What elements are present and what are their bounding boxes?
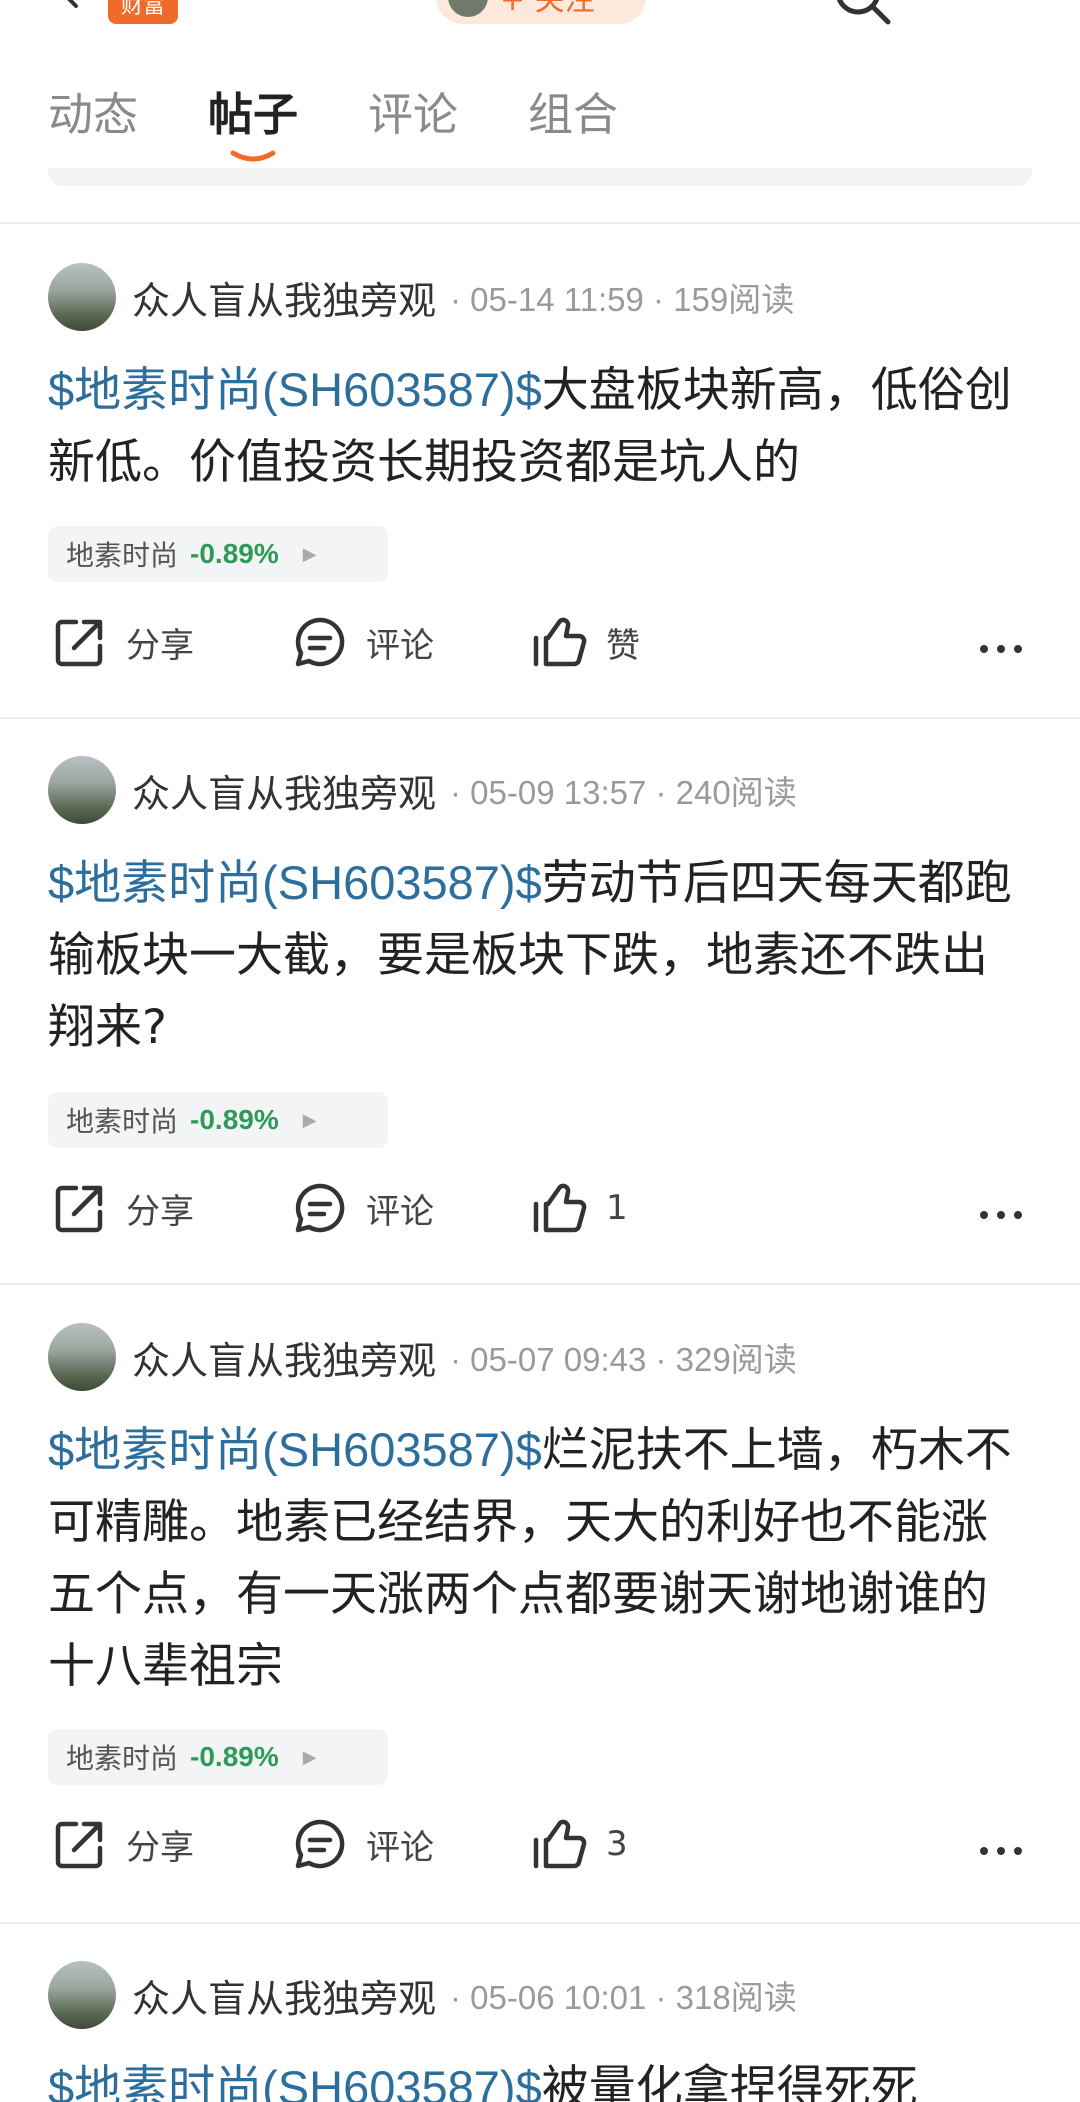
post-meta: · 05-07 09:43 · 329阅读 [450, 1341, 797, 1378]
chip-stock-name: 地素时尚 [66, 539, 179, 572]
search-icon[interactable] [832, 0, 892, 26]
post-meta: · 05-06 10:01 · 318阅读 [450, 1979, 797, 2016]
tab-posts[interactable]: 帖子 [208, 85, 298, 165]
tab-comments[interactable]: 评论 [368, 85, 458, 165]
top-bar: 财富 + 关注 [0, 0, 1080, 40]
more-icon[interactable] [976, 1190, 1026, 1240]
post-text: 被量化拿捏得死死 [541, 2061, 918, 2102]
author-name[interactable]: 众人盲从我独旁观 [132, 1968, 436, 2023]
post-content[interactable]: $地素时尚(SH603587)$劳动节后四天每天都跑输板块一大截，要是板块下跌，… [48, 847, 1032, 1064]
post-header: 众人盲从我独旁观 · 05-07 09:43 · 329阅读 [48, 1322, 797, 1392]
chip-arrow-icon: ▶ [302, 1746, 317, 1768]
like-button[interactable]: 3 [532, 1816, 628, 1872]
author-name[interactable]: 众人盲从我独旁观 [132, 270, 436, 325]
post-content[interactable]: $地素时尚(SH603587)$烂泥扶不上墙，朽木不可精雕。地素已经结界，天大的… [48, 1414, 1032, 1703]
chip-change: -0.89% [190, 1741, 279, 1772]
profile-tabs: 动态 帖子 评论 组合 [48, 85, 688, 165]
post-actions: 分享 评论 1 [0, 1180, 1080, 1250]
post-separator [0, 1922, 1080, 1924]
share-button[interactable]: 分享 [52, 1816, 194, 1872]
thumbs-up-icon [533, 1183, 587, 1233]
tab-portfolio[interactable]: 组合 [528, 85, 618, 165]
chip-arrow-icon: ▶ [302, 1109, 317, 1131]
like-button[interactable]: 赞 [532, 614, 640, 670]
thumbs-up-icon [533, 617, 587, 667]
post-separator [0, 717, 1080, 719]
stock-link[interactable]: $地素时尚(SH603587)$ [48, 856, 542, 909]
post-actions: 分享 评论 3 [0, 1816, 1080, 1886]
more-icon[interactable] [976, 624, 1026, 674]
thumbs-up-icon [533, 1819, 587, 1869]
share-icon [55, 1821, 103, 1869]
comment-icon [295, 1183, 345, 1233]
post-header: 众人盲从我独旁观 · 05-14 11:59 · 159阅读 [48, 262, 794, 332]
stock-chip[interactable]: 地素时尚 -0.89% ▶ [48, 1729, 388, 1785]
tabs-panel-edge [48, 168, 1032, 186]
stock-chip[interactable]: 地素时尚 -0.89% ▶ [48, 1092, 388, 1148]
share-icon [55, 619, 103, 667]
brand-badge: 财富 [108, 0, 178, 24]
author-name[interactable]: 众人盲从我独旁观 [132, 1330, 436, 1385]
share-button[interactable]: 分享 [52, 1180, 194, 1236]
author-name[interactable]: 众人盲从我独旁观 [132, 763, 436, 818]
like-button[interactable]: 1 [532, 1180, 628, 1236]
share-icon [55, 1185, 103, 1233]
follow-label: + 关注 [500, 0, 595, 18]
comment-icon [295, 617, 345, 667]
avatar[interactable] [48, 1961, 116, 2029]
post-content[interactable]: $地素时尚(SH603587)$大盘板块新高，低俗创新低。价值投资长期投资都是坑… [48, 354, 1032, 499]
chip-stock-name: 地素时尚 [66, 1105, 179, 1138]
chip-stock-name: 地素时尚 [66, 1742, 179, 1775]
like-count: 1 [606, 1188, 628, 1228]
share-button[interactable]: 分享 [52, 614, 194, 670]
back-icon[interactable] [48, 0, 88, 10]
comment-button[interactable]: 评论 [292, 614, 434, 670]
follow-avatar [448, 0, 488, 17]
more-icon[interactable] [976, 1826, 1026, 1876]
active-tab-indicator [230, 150, 276, 162]
comment-button[interactable]: 评论 [292, 1816, 434, 1872]
stock-link[interactable]: $地素时尚(SH603587)$ [48, 363, 542, 416]
post-separator [0, 1283, 1080, 1285]
avatar[interactable] [48, 756, 116, 824]
post-header: 众人盲从我独旁观 · 05-06 10:01 · 318阅读 [48, 1960, 797, 2030]
stock-chip[interactable]: 地素时尚 -0.89% ▶ [48, 526, 388, 582]
post-meta: · 05-14 11:59 · 159阅读 [450, 281, 795, 318]
divider [0, 222, 1080, 224]
post-meta: · 05-09 13:57 · 240阅读 [450, 774, 797, 811]
like-count: 3 [606, 1824, 628, 1864]
post-actions: 分享 评论 赞 [0, 614, 1080, 684]
chip-change: -0.89% [190, 1104, 279, 1135]
stock-link[interactable]: $地素时尚(SH603587)$ [48, 2061, 542, 2102]
avatar[interactable] [48, 1323, 116, 1391]
comment-button[interactable]: 评论 [292, 1180, 434, 1236]
stock-link[interactable]: $地素时尚(SH603587)$ [48, 1423, 542, 1476]
chip-change: -0.89% [190, 538, 279, 569]
chip-arrow-icon: ▶ [302, 543, 317, 565]
comment-icon [295, 1819, 345, 1869]
post-content[interactable]: $地素时尚(SH603587)$被量化拿捏得死死 [48, 2052, 1032, 2102]
avatar[interactable] [48, 263, 116, 331]
tab-dynamics[interactable]: 动态 [48, 85, 138, 165]
post-header: 众人盲从我独旁观 · 05-09 13:57 · 240阅读 [48, 755, 797, 825]
follow-button[interactable]: + 关注 [436, 0, 646, 24]
